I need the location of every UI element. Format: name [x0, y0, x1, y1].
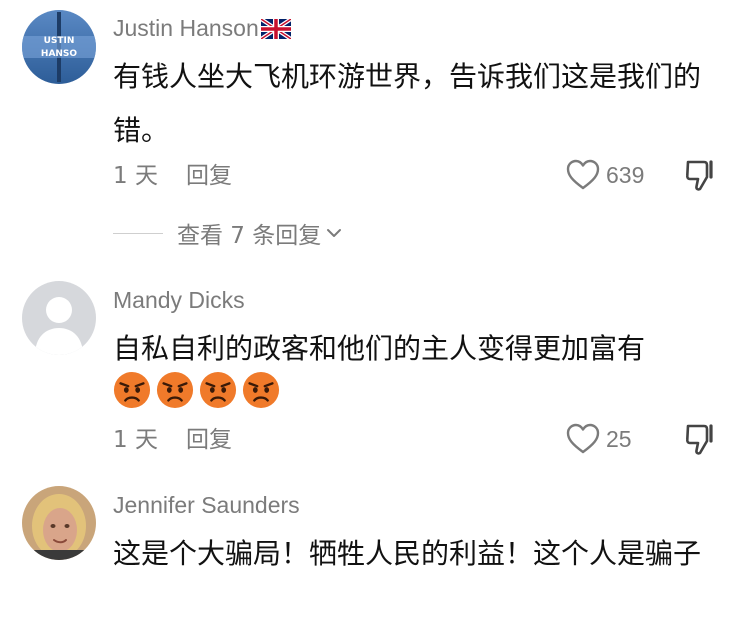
avatar[interactable] — [22, 281, 96, 355]
view-replies-label: 查看 7 条回复 — [177, 223, 322, 249]
angry-face-emoji — [156, 371, 194, 409]
avatar[interactable] — [22, 486, 96, 560]
chevron-down-icon — [327, 229, 342, 237]
like-count: 25 — [606, 425, 632, 452]
svg-text:HANSO: HANSO — [41, 49, 78, 59]
username[interactable]: Jennifer Saunders — [113, 491, 300, 519]
username-text[interactable]: Justin Hanson — [113, 15, 259, 41]
uk-flag-icon — [260, 19, 291, 39]
view-replies-button[interactable]: 查看 7 条回复 — [113, 218, 343, 249]
comment-time: 1 天 — [113, 163, 158, 189]
divider-line — [113, 232, 163, 234]
comment-text: 有钱人坐大飞机环游世界，告诉我们这是我们的错。 — [113, 60, 702, 147]
comment-text: 自私自利的政客和他们的主人变得更加富有 — [113, 332, 646, 365]
angry-face-emoji — [199, 371, 237, 409]
svg-text:USTIN: USTIN — [44, 36, 75, 46]
avatar[interactable]: USTIN HANSO — [22, 10, 96, 84]
like-count: 639 — [606, 161, 645, 188]
angry-face-emoji — [242, 371, 280, 409]
username[interactable]: Mandy Dicks — [113, 286, 245, 314]
comment-time: 1 天 — [113, 427, 158, 453]
comment-text: 这是个大骗局！牺牲人民的利益！这个人是骗子 — [113, 537, 702, 570]
emoji-row — [113, 371, 280, 409]
like-button[interactable]: 639 — [566, 158, 644, 192]
heart-outline-icon — [566, 423, 600, 454]
heart-outline-icon — [566, 159, 600, 190]
like-button[interactable]: 25 — [566, 422, 632, 456]
reply-button[interactable]: 回复 — [186, 425, 232, 455]
angry-face-emoji — [113, 371, 151, 409]
reply-button[interactable]: 回复 — [186, 161, 232, 191]
dislike-icon[interactable] — [684, 157, 720, 193]
dislike-icon[interactable] — [684, 421, 720, 457]
username[interactable]: Justin Hanson — [113, 14, 291, 42]
